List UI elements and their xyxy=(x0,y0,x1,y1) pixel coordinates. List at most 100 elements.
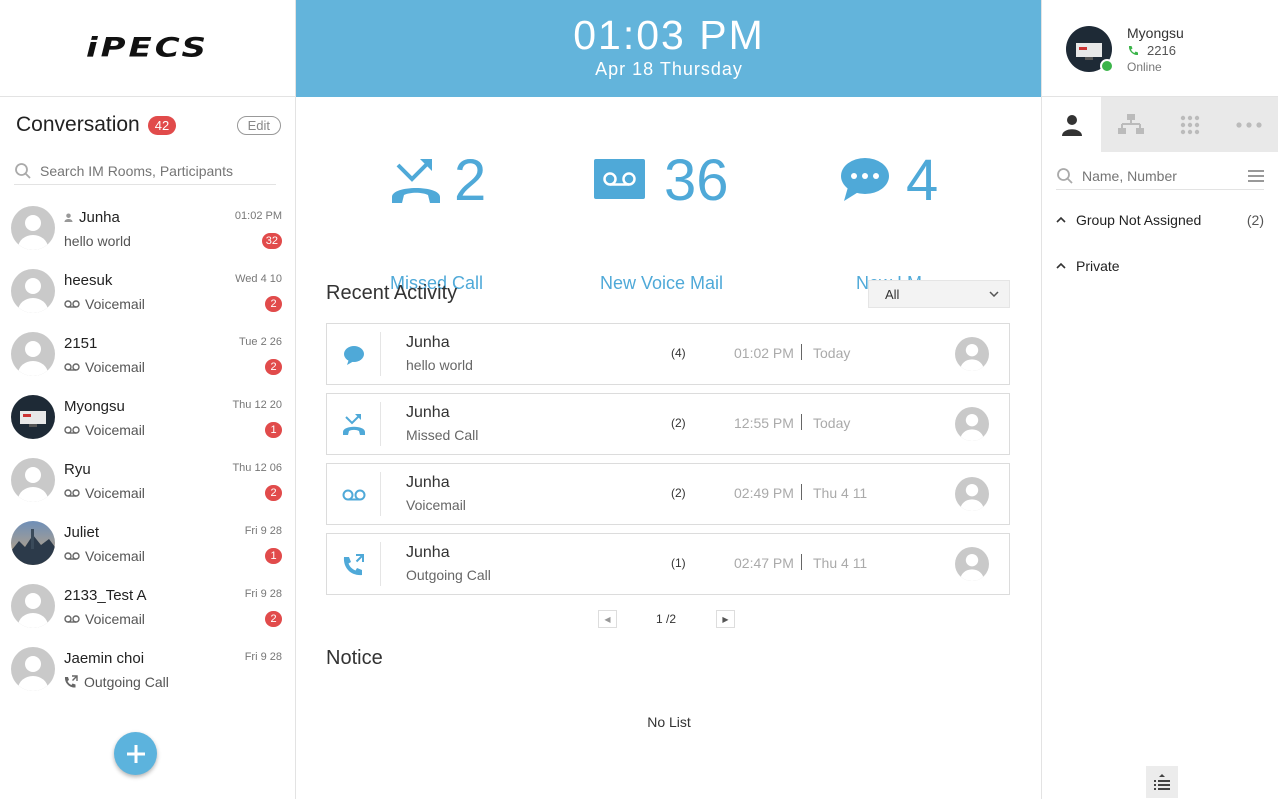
outgoing-call-icon xyxy=(64,675,78,688)
contacts-panel: Myongsu 2216 Online Name, Number Group N… xyxy=(1041,0,1278,799)
conversation-item[interactable]: 2151 Voicemail Tue 2 26 2 xyxy=(0,322,295,385)
voicemail-icon xyxy=(64,552,80,560)
avatar xyxy=(11,395,55,439)
my-extension-number: 2216 xyxy=(1147,43,1176,58)
edit-button[interactable]: Edit xyxy=(236,115,281,135)
dashboard: 2 Missed Call 36 New Voice Mail 4 New I.… xyxy=(296,97,1042,799)
my-status: Online xyxy=(1127,60,1162,74)
activity-filter-select[interactable]: All xyxy=(868,280,1010,308)
contact-search-input[interactable] xyxy=(1082,167,1242,184)
my-profile[interactable]: Myongsu 2216 Online xyxy=(1042,0,1278,97)
missed-call-icon xyxy=(341,412,367,438)
conversation-name: Myongsu xyxy=(64,398,125,415)
chevron-down-icon xyxy=(989,291,999,297)
activity-row[interactable]: Junha hello world (4) 01:02 PM Today xyxy=(326,323,1010,385)
chevron-up-icon xyxy=(1056,262,1066,269)
conversation-name: Juliet xyxy=(64,524,100,541)
person-icon xyxy=(1061,114,1082,136)
avatar xyxy=(11,206,55,250)
conversation-name: Junha xyxy=(64,209,120,226)
im-count: 4 xyxy=(906,148,939,213)
activity-time: 02:47 PM xyxy=(734,555,794,571)
group-not-assigned[interactable]: Group Not Assigned (2) xyxy=(1056,212,1264,228)
conversation-count-badge: 42 xyxy=(147,115,177,135)
conversation-name: Ryu xyxy=(64,461,91,478)
activity-day: Today xyxy=(813,415,851,431)
clock-date: Apr 18 Thursday xyxy=(595,59,743,79)
activity-name: Junha xyxy=(406,474,450,491)
ipecs-logo: iPECS xyxy=(85,32,210,64)
conversation-item[interactable]: Juliet Voicemail Fri 9 28 1 xyxy=(0,511,295,574)
activity-name: Junha xyxy=(406,334,450,351)
conversation-name: Jaemin choi xyxy=(64,650,145,667)
tab-more[interactable] xyxy=(1220,97,1278,152)
unread-count-badge: 2 xyxy=(265,296,282,312)
conversation-item[interactable]: 2133_Test A Voicemail Fri 9 28 2 xyxy=(0,574,295,637)
avatar xyxy=(11,584,55,628)
list-view-button[interactable] xyxy=(1146,766,1178,798)
voicemail-box-icon xyxy=(594,159,645,199)
tab-contacts[interactable] xyxy=(1042,97,1102,152)
unread-count-badge: 2 xyxy=(265,359,282,375)
notice-empty-text: No List xyxy=(647,714,691,730)
list-icon xyxy=(1154,774,1170,790)
menu-icon[interactable] xyxy=(1248,169,1264,183)
conversation-item[interactable]: Junha hello world 01:02 PM 32 xyxy=(0,196,295,259)
activity-day: Today xyxy=(813,345,851,361)
conversation-time: Fri 9 28 xyxy=(244,525,282,537)
conversation-title: Conversation xyxy=(16,113,140,136)
dialpad-icon xyxy=(1180,115,1200,134)
activity-count: (1) xyxy=(671,556,686,570)
unread-count-badge: 1 xyxy=(265,548,282,564)
voicemail-icon xyxy=(64,300,80,308)
conversation-name: 2151 xyxy=(64,335,98,352)
avatar xyxy=(11,332,55,376)
unread-count-badge: 1 xyxy=(265,422,282,438)
activity-count: (2) xyxy=(671,416,686,430)
avatar xyxy=(955,407,989,441)
divider xyxy=(380,542,381,586)
contact-search xyxy=(1056,162,1264,190)
conversation-time: Fri 9 28 xyxy=(244,651,282,663)
avatar xyxy=(955,337,989,371)
conversation-item[interactable]: Ryu Voicemail Thu 12 06 2 xyxy=(0,448,295,511)
online-status-dot xyxy=(1100,59,1114,73)
conversation-item[interactable]: Jaemin choi Outgoing Call Fri 9 28 xyxy=(0,637,295,700)
person-icon xyxy=(64,213,73,222)
conversation-header: Conversation 42 Edit xyxy=(16,110,281,140)
tab-dialpad[interactable] xyxy=(1161,97,1220,152)
conversation-time: Thu 12 20 xyxy=(232,399,282,411)
add-conversation-button[interactable] xyxy=(114,732,157,775)
divider xyxy=(801,484,802,500)
app-window: iPECS Conversation 42 Edit Junha hello w… xyxy=(0,0,1278,799)
conversation-item[interactable]: heesuk Voicemail Wed 4 10 2 xyxy=(0,259,295,322)
activity-type: Voicemail xyxy=(406,497,466,513)
tab-organization[interactable] xyxy=(1101,97,1160,152)
conversation-last-message: Voicemail xyxy=(64,485,145,501)
activity-time: 01:02 PM xyxy=(734,345,794,361)
org-chart-icon xyxy=(1117,113,1144,134)
activity-row[interactable]: Junha Voicemail (2) 02:49 PM Thu 4 11 xyxy=(326,463,1010,525)
divider xyxy=(380,472,381,516)
activity-pager: ◀ 1 /2 ▶ xyxy=(598,609,738,629)
conversation-time: Wed 4 10 xyxy=(235,273,282,285)
activity-row[interactable]: Junha Outgoing Call (1) 02:47 PM Thu 4 1… xyxy=(326,533,1010,595)
conversation-search-input[interactable] xyxy=(40,162,270,179)
next-page-button[interactable]: ▶ xyxy=(716,610,735,628)
activity-row[interactable]: Junha Missed Call (2) 12:55 PM Today xyxy=(326,393,1010,455)
activity-count: (2) xyxy=(671,486,686,500)
prev-page-button[interactable]: ◀ xyxy=(598,610,617,628)
unread-count-badge: 2 xyxy=(265,611,282,627)
conversation-name: heesuk xyxy=(64,272,113,289)
conversation-item[interactable]: Myongsu Voicemail Thu 12 20 1 xyxy=(0,385,295,448)
avatar xyxy=(11,458,55,502)
activity-filter-value: All xyxy=(885,286,900,302)
clock-header: 01:03 PM Apr 18 Thursday xyxy=(296,0,1042,97)
conversation-list: Junha hello world 01:02 PM 32 heesuk Voi… xyxy=(0,196,295,700)
group-private[interactable]: Private xyxy=(1056,258,1264,274)
activity-type: Outgoing Call xyxy=(406,567,491,583)
activity-day: Thu 4 11 xyxy=(813,485,868,501)
logo-area: iPECS xyxy=(0,0,295,97)
divider xyxy=(801,554,802,570)
group-label: Group Not Assigned xyxy=(1076,212,1202,228)
